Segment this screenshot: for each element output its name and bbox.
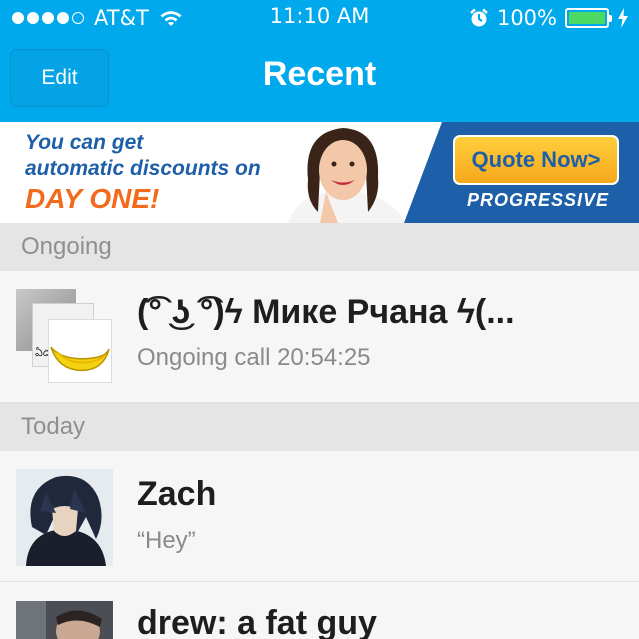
- conversation-title: drew: a fat guy: [137, 604, 377, 639]
- conversation-subtitle: “Hey”: [137, 527, 196, 554]
- section-header-ongoing: Ongoing: [0, 223, 639, 271]
- avatar: [48, 319, 112, 383]
- ad-line-2: automatic discounts on: [25, 157, 261, 180]
- battery-icon: [565, 7, 612, 28]
- quote-now-button[interactable]: Quote Now>: [453, 135, 619, 185]
- charging-bolt-icon: [618, 7, 628, 28]
- ad-banner[interactable]: You can get automatic discounts on DAY O…: [0, 122, 639, 223]
- navigation-bar: Edit Recent: [0, 35, 639, 122]
- page-title: Recent: [262, 55, 377, 93]
- group-avatar: ఏడు 80: [16, 289, 114, 385]
- avatar: [16, 469, 113, 566]
- ad-copy: You can get automatic discounts on DAY O…: [25, 130, 261, 216]
- brand-logo: PROGRESSIVE: [466, 190, 610, 210]
- conversation-title: (͡° ͜ʖ ͡°)ϟ Мике Рчана ϟ(...: [137, 293, 515, 331]
- status-right: 100%: [469, 0, 629, 35]
- avatar: [16, 601, 113, 639]
- banana-icon: [49, 320, 111, 382]
- conversation-subtitle: Ongoing call 20:54:25: [137, 344, 371, 371]
- conversation-title: Zach: [137, 475, 217, 513]
- ad-line-1: You can get: [25, 131, 144, 154]
- section-header-today: Today: [0, 403, 639, 451]
- conversation-row[interactable]: drew: a fat guy: [0, 582, 639, 639]
- alarm-clock-icon: [470, 8, 488, 26]
- conversation-row[interactable]: Zach “Hey”: [0, 451, 639, 582]
- status-bar: AT&T 11:10 AM 100%: [0, 0, 639, 35]
- battery-percentage: 100%: [496, 5, 557, 30]
- ad-spokesperson-image: [268, 122, 418, 223]
- conversation-row[interactable]: ఏడు 80 (͡° ͜ʖ ͡°)ϟ Мике Рчана ϟ(... Ongo…: [0, 271, 639, 403]
- ad-line-3: DAY ONE!: [25, 183, 160, 214]
